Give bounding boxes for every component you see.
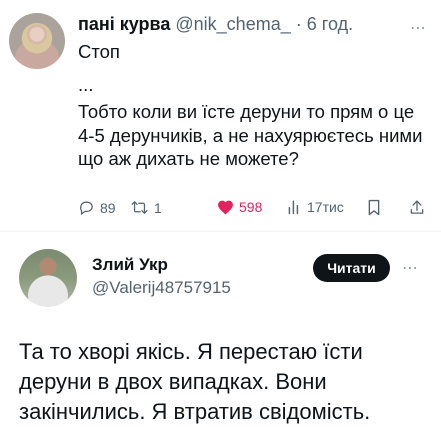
views-button[interactable]: 17тис: [287, 199, 344, 215]
reply-icon: [80, 201, 93, 216]
like-button[interactable]: 598: [217, 199, 262, 215]
author-handle[interactable]: @nik_chema_: [175, 14, 290, 34]
heart-icon: [218, 200, 233, 215]
bookmark-button[interactable]: [367, 199, 381, 216]
author-name[interactable]: пані курва: [78, 14, 170, 34]
retweet-count: 1: [154, 199, 162, 216]
author-handle[interactable]: @Valerij48757915: [92, 277, 231, 299]
share-icon: [410, 200, 424, 214]
tweet-text-body: Тобто коли ви їсте деруни то прям о це 4…: [78, 101, 423, 169]
action-bar: 89 1 598 17тис: [78, 199, 433, 223]
tweet-text-ellipsis: ...: [78, 73, 94, 95]
tweet-text: Стоп ... Тобто коли ви їсте деруни то пр…: [78, 40, 430, 171]
bookmark-icon: [368, 199, 380, 216]
views-chart-icon: [288, 200, 299, 215]
tweet-text-line: Стоп: [78, 41, 120, 62]
reply-button[interactable]: 89: [78, 199, 116, 216]
tweet-header: пані курва @nik_chema_ · 6 год.: [78, 12, 353, 36]
screenshot: пані курва @nik_chema_ · 6 год. ⋯ Стоп .…: [0, 0, 441, 441]
tweet-1[interactable]: пані курва @nik_chema_ · 6 год. ⋯ Стоп .…: [0, 0, 441, 231]
retweet-button[interactable]: 1: [130, 199, 162, 216]
reply-count: 89: [100, 199, 116, 216]
author-name[interactable]: Злий Укр: [92, 254, 168, 276]
avatar[interactable]: [19, 249, 77, 307]
share-button[interactable]: [409, 199, 425, 216]
tweet-text: Та то хворі якісь. Я перестаю їсти дерун…: [19, 339, 371, 424]
timestamp[interactable]: 6 год.: [307, 14, 353, 34]
retweet-icon: [131, 201, 148, 214]
view-count: 17тис: [307, 199, 344, 215]
more-options-icon[interactable]: ⋯: [402, 258, 419, 278]
more-options-icon[interactable]: ⋯: [410, 18, 427, 38]
separator-dot: ·: [295, 14, 302, 34]
avatar[interactable]: [9, 13, 65, 69]
tweet-2[interactable]: Злий Укр @Valerij48757915 Читати ⋯ Та то…: [0, 231, 441, 441]
like-count: 598: [239, 199, 263, 215]
follow-button[interactable]: Читати: [313, 254, 390, 282]
